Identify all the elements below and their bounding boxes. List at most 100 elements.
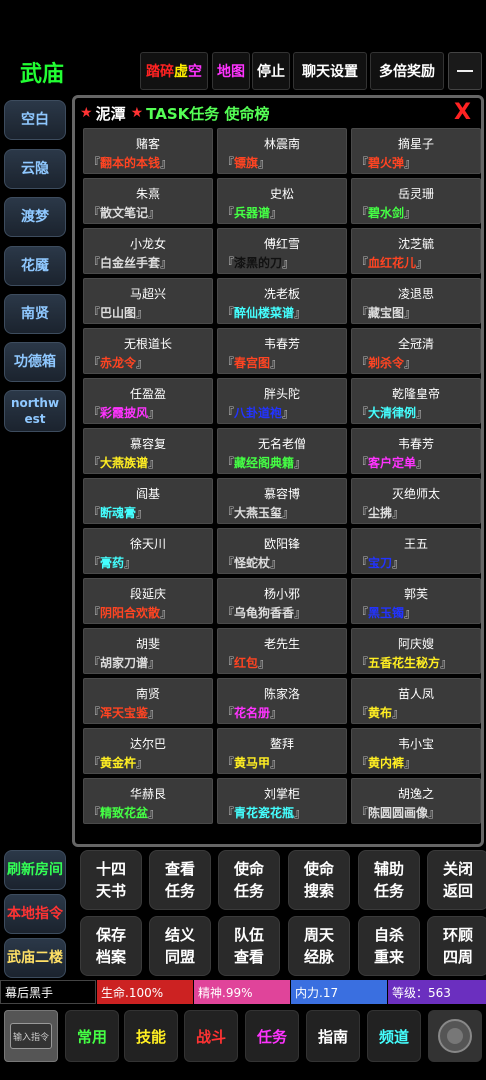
tab-tasks[interactable]: 任务 xyxy=(245,1010,299,1062)
task-card[interactable]: 凌退思 『藏宝图』 xyxy=(351,278,481,324)
task-item: 『黄马甲』 xyxy=(222,756,283,770)
task-card[interactable]: 华赫艮 『精致花盆』 xyxy=(83,778,213,824)
task-card[interactable]: 沈芝毓 『血红花儿』 xyxy=(351,228,481,274)
task-card[interactable]: 老先生 『红包』 xyxy=(217,628,347,674)
suicide-restart-button[interactable]: 自杀 重来 xyxy=(358,916,420,976)
tab-skills[interactable]: 技能 xyxy=(124,1010,178,1062)
tab-guide[interactable]: 指南 xyxy=(306,1010,360,1062)
map-button[interactable]: 地图 xyxy=(212,52,250,90)
task-card[interactable]: 史松 『兵器谱』 xyxy=(217,178,347,224)
look-around-button[interactable]: 环顾 四周 xyxy=(427,916,486,976)
task-card[interactable]: 鳌拜 『黄马甲』 xyxy=(217,728,347,774)
sworn-alliance-button[interactable]: 结义 同盟 xyxy=(149,916,211,976)
task-item-name: 黄内裤 xyxy=(368,756,405,770)
temple-second-floor-button[interactable]: 武庙二楼 xyxy=(4,938,66,978)
task-card[interactable]: 徐天川 『膏药』 xyxy=(83,528,213,574)
task-item-name: 散文笔记 xyxy=(100,206,149,220)
input-command-button[interactable]: 输入指令 xyxy=(4,1010,58,1062)
task-card[interactable]: 陈家洛 『花名册』 xyxy=(217,678,347,724)
assist-tasks-button[interactable]: 辅助 任务 xyxy=(358,850,420,910)
view-tasks-button[interactable]: 查看 任务 xyxy=(149,850,211,910)
task-item-name: 五香花生秘方 xyxy=(368,656,441,670)
task-card[interactable]: 马超兴 『巴山图』 xyxy=(83,278,213,324)
task-card[interactable]: 欧阳锋 『怪蛇杖』 xyxy=(217,528,347,574)
sidebar-exit-donation-box[interactable]: 功德箱 xyxy=(4,342,66,382)
task-item-name: 彩霞披风 xyxy=(100,406,149,420)
task-card[interactable]: 韦春芳 『客户定单』 xyxy=(351,428,481,474)
sidebar-exit-northwest[interactable]: northwest xyxy=(4,390,66,432)
fourteen-books-button[interactable]: 十四 天书 xyxy=(80,850,142,910)
task-npc-name: 南贤 xyxy=(135,687,160,701)
refresh-room-button[interactable]: 刷新房间 xyxy=(4,850,66,890)
mission-search-button[interactable]: 使命 搜索 xyxy=(288,850,350,910)
close-return-button[interactable]: 关闭 返回 xyxy=(427,850,486,910)
task-item-name: 白金丝手套 xyxy=(100,256,161,270)
sidebar-exit-dumeng[interactable]: 渡梦 xyxy=(4,197,66,237)
task-card[interactable]: 慕容复 『大燕族谱』 xyxy=(83,428,213,474)
task-card[interactable]: 冼老板 『醉仙楼菜谱』 xyxy=(217,278,347,324)
chat-settings-button[interactable]: 聊天设置 xyxy=(293,52,367,90)
sidebar-exit-huayan[interactable]: 花魇 xyxy=(4,246,66,286)
task-npc-name: 陈家洛 xyxy=(263,687,300,701)
tab-channel[interactable]: 频道 xyxy=(367,1010,421,1062)
task-npc-name: 达尔巴 xyxy=(129,737,166,751)
task-card[interactable]: 任盈盈 『彩霞披风』 xyxy=(83,378,213,424)
task-card[interactable]: 朱熹 『散文笔记』 xyxy=(83,178,213,224)
task-card[interactable]: 灭绝师太 『尘拂』 xyxy=(351,478,481,524)
task-npc-name: 王五 xyxy=(403,537,428,551)
task-item: 『大清律例』 xyxy=(356,406,429,420)
task-card[interactable]: 胡逸之 『陈圆圆画像』 xyxy=(351,778,481,824)
task-npc-name: 胡斐 xyxy=(135,637,160,651)
task-card[interactable]: 无根道长 『赤龙令』 xyxy=(83,328,213,374)
task-card[interactable]: 达尔巴 『黄金杵』 xyxy=(83,728,213,774)
task-item: 『藏宝图』 xyxy=(356,306,417,320)
tab-common[interactable]: 常用 xyxy=(65,1010,119,1062)
task-card[interactable]: 刘掌柜 『青花瓷花瓶』 xyxy=(217,778,347,824)
task-card[interactable]: 无名老僧 『藏经阁典籍』 xyxy=(217,428,347,474)
local-commands-button[interactable]: 本地指令 xyxy=(4,894,66,934)
task-card[interactable]: 苗人凤 『黄布』 xyxy=(351,678,481,724)
task-card[interactable]: 阎基 『断魂膏』 xyxy=(83,478,213,524)
task-card[interactable]: 慕容博 『大燕玉玺』 xyxy=(217,478,347,524)
task-card[interactable]: 胡斐 『胡家刀谱』 xyxy=(83,628,213,674)
task-npc-name: 老先生 xyxy=(263,637,300,651)
task-card[interactable]: 阿庆嫂 『五香花生秘方』 xyxy=(351,628,481,674)
task-card[interactable]: 杨小邪 『乌龟狗香香』 xyxy=(217,578,347,624)
task-card[interactable]: 郭芙 『黑玉镯』 xyxy=(351,578,481,624)
mission-tasks-button[interactable]: 使命 任务 xyxy=(218,850,280,910)
task-card[interactable]: 赌客 『翻本的本钱』 xyxy=(83,128,213,174)
stop-button[interactable]: 停止 xyxy=(252,52,290,90)
task-card[interactable]: 岳灵珊 『碧水剑』 xyxy=(351,178,481,224)
task-card[interactable]: 林震南 『镖旗』 xyxy=(217,128,347,174)
task-item-name: 宝刀 xyxy=(368,556,393,570)
task-card[interactable]: 韦小宝 『黄内裤』 xyxy=(351,728,481,774)
shatter-void-button[interactable]: 踏碎虚空 xyxy=(140,52,208,90)
task-card[interactable]: 摘星子 『碧火弹』 xyxy=(351,128,481,174)
task-card[interactable]: 乾隆皇帝『大清律例』 xyxy=(351,378,481,424)
task-card[interactable]: 全冠清 『剃杀令』 xyxy=(351,328,481,374)
task-card[interactable]: 小龙女 『白金丝手套』 xyxy=(83,228,213,274)
close-icon[interactable]: X xyxy=(454,100,471,125)
task-npc-name: 杨小邪 xyxy=(263,587,300,601)
task-card[interactable]: 王五 『宝刀』 xyxy=(351,528,481,574)
task-card[interactable]: 韦春芳 『春宫图』 xyxy=(217,328,347,374)
task-card[interactable]: 傅红雪 『漆黑的刀』 xyxy=(217,228,347,274)
team-view-button[interactable]: 队伍 查看 xyxy=(218,916,280,976)
task-card[interactable]: 段延庆 『阴阳合欢散』 xyxy=(83,578,213,624)
sidebar-exit-blank[interactable]: 空白 xyxy=(4,100,66,140)
task-card[interactable]: 南贤 『浑天宝鉴』 xyxy=(83,678,213,724)
multiplier-reward-button[interactable]: 多倍奖励 xyxy=(370,52,444,90)
task-item: 『醉仙楼菜谱』 xyxy=(222,306,307,320)
tab-combat[interactable]: 战斗 xyxy=(184,1010,238,1062)
shatter-void-part-2: 虚 xyxy=(174,64,188,80)
save-archive-button[interactable]: 保存 档案 xyxy=(80,916,142,976)
sidebar-exit-nanxian[interactable]: 南贤 xyxy=(4,294,66,334)
task-npc-name: 郭芙 xyxy=(403,587,428,601)
task-npc-name: 乾隆皇帝 xyxy=(391,387,440,401)
task-npc-name: 赌客 xyxy=(135,137,160,151)
meridian-button[interactable]: 周天 经脉 xyxy=(288,916,350,976)
sidebar-exit-yunyin[interactable]: 云隐 xyxy=(4,149,66,189)
task-card[interactable]: 胖头陀 『八卦道袍』 xyxy=(217,378,347,424)
avatar-icon[interactable] xyxy=(428,1010,482,1062)
menu-button[interactable] xyxy=(448,52,482,90)
